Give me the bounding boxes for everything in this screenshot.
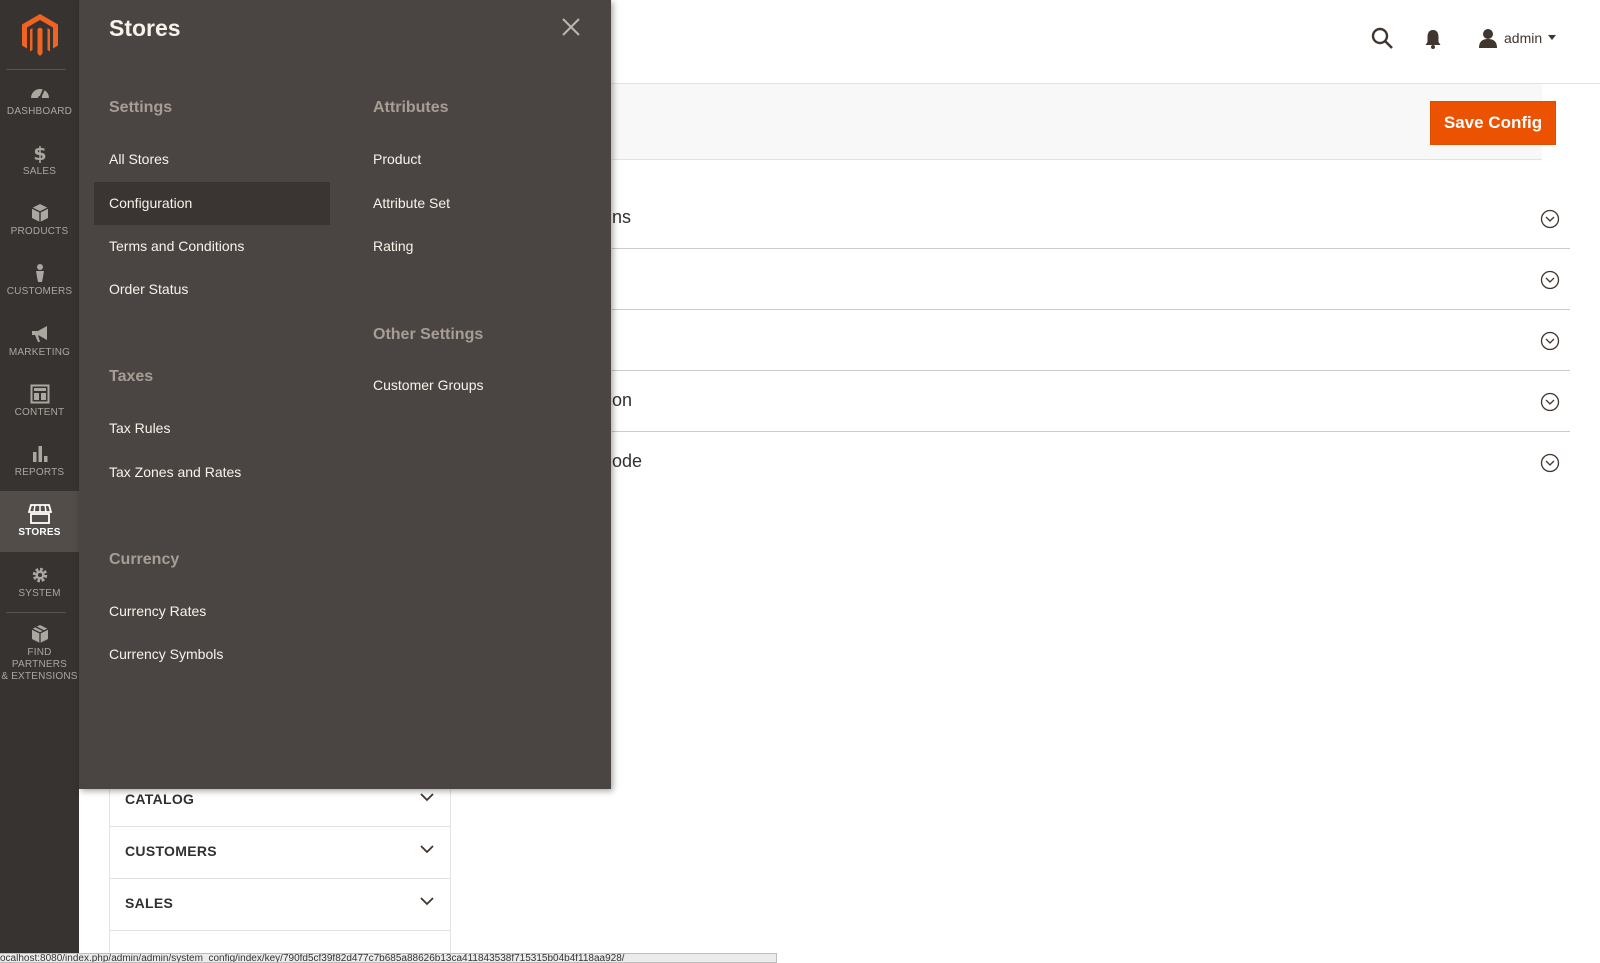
layout-icon: [30, 384, 49, 404]
menu-item-tax-rules[interactable]: Tax Rules: [109, 420, 170, 436]
nav-label: SALES: [22, 166, 57, 177]
stores-flyout-menu: Stores Settings All Stores Configuration…: [79, 0, 611, 789]
flyout-title: Stores: [109, 15, 181, 41]
tab-label: CUSTOMERS: [125, 843, 217, 859]
box-icon: [31, 624, 48, 643]
menu-item-attribute-set[interactable]: Attribute Set: [373, 195, 450, 211]
nav-label: CUSTOMERS: [6, 286, 73, 297]
config-section[interactable]: [612, 310, 1570, 371]
menu-item-rating[interactable]: Rating: [373, 238, 413, 254]
nav-system[interactable]: SYSTEM: [0, 552, 79, 613]
bar-chart-icon: [32, 446, 47, 462]
expand-circle-icon[interactable]: [1540, 331, 1560, 351]
menu-item-customer-groups[interactable]: Customer Groups: [373, 377, 483, 393]
page-actions-bar: [612, 84, 1542, 160]
chevron-down-icon: [420, 897, 434, 906]
expand-circle-icon[interactable]: [1540, 453, 1560, 473]
section-title: on: [612, 390, 633, 410]
nav-products[interactable]: PRODUCTS: [0, 190, 79, 251]
svg-text:$: $: [33, 143, 46, 163]
expand-circle-icon[interactable]: [1540, 270, 1560, 290]
nav-label: MARKETING: [8, 347, 71, 358]
tab-label: SALES: [125, 895, 174, 911]
close-icon[interactable]: [561, 17, 581, 42]
config-tab-sales[interactable]: SALES: [109, 879, 451, 931]
menu-item-tax-zones-and-rates[interactable]: Tax Zones and Rates: [109, 464, 241, 480]
tab-label: CATALOG: [125, 791, 195, 807]
page-header: [612, 0, 1600, 84]
nav-label: CONTENT: [14, 407, 65, 418]
flyout-heading-attributes: Attributes: [373, 99, 449, 116]
megaphone-icon: [31, 326, 47, 342]
nav-stores[interactable]: STORES: [0, 491, 79, 552]
nav-label: PRODUCTS: [10, 226, 69, 237]
magento-logo[interactable]: [0, 0, 79, 70]
section-title: ns: [612, 207, 632, 227]
flyout-heading-taxes: Taxes: [109, 368, 154, 385]
storefront-icon: [27, 504, 52, 524]
menu-item-currency-rates[interactable]: Currency Rates: [109, 603, 206, 619]
chevron-down-icon: [420, 845, 434, 854]
caret-down-icon: [1548, 35, 1557, 40]
menu-item-product[interactable]: Product: [373, 151, 421, 167]
nav-label: & EXTENSIONS: [1, 670, 78, 682]
chevron-down-icon: [420, 793, 434, 802]
admin-user-menu[interactable]: admin: [1478, 28, 1557, 48]
admin-menu: DASHBOARD $ SALES PRODUCTS CUSTOMERS MAR…: [0, 0, 79, 963]
nav-label: FIND PARTNERS: [11, 646, 68, 670]
cube-icon: [31, 204, 48, 222]
nav-customers[interactable]: CUSTOMERS: [0, 250, 79, 311]
admin-username: admin: [1504, 30, 1543, 46]
config-section[interactable]: ns: [612, 188, 1570, 249]
menu-item-all-stores[interactable]: All Stores: [109, 151, 169, 167]
nav-label: REPORTS: [14, 467, 65, 478]
nav-content[interactable]: CONTENT: [0, 371, 79, 432]
section-title: ode: [612, 451, 643, 471]
config-section[interactable]: [612, 249, 1570, 310]
config-section[interactable]: on: [612, 371, 1570, 432]
magento-logo-icon: [21, 14, 58, 56]
gear-icon: [32, 567, 47, 583]
expand-circle-icon[interactable]: [1540, 392, 1560, 412]
nav-dashboard[interactable]: DASHBOARD: [0, 70, 79, 131]
nav-marketing[interactable]: MARKETING: [0, 311, 79, 372]
dollar-icon: $: [33, 143, 46, 163]
expand-circle-icon[interactable]: [1540, 209, 1560, 229]
save-config-button[interactable]: Save Config: [1430, 101, 1556, 145]
nav-divider: [6, 612, 66, 613]
menu-item-order-status[interactable]: Order Status: [109, 281, 188, 297]
nav-label: SYSTEM: [18, 588, 61, 599]
flyout-heading-settings: Settings: [109, 99, 173, 116]
search-icon[interactable]: [1370, 26, 1394, 55]
nav-label: STORES: [18, 527, 61, 538]
browser-status-url: ocalhost:8080/index.php/admin/admin/syst…: [0, 953, 777, 963]
config-tab-customers[interactable]: CUSTOMERS: [109, 827, 451, 879]
menu-item-currency-symbols[interactable]: Currency Symbols: [109, 646, 223, 662]
flyout-heading-other-settings: Other Settings: [373, 326, 484, 343]
nav-label: DASHBOARD: [6, 106, 73, 117]
user-icon: [1479, 29, 1497, 48]
nav-sales[interactable]: $ SALES: [0, 130, 79, 191]
flyout-heading-currency: Currency: [109, 551, 180, 568]
dashboard-icon: [30, 88, 49, 100]
menu-item-configuration[interactable]: Configuration: [109, 195, 192, 211]
nav-reports[interactable]: REPORTS: [0, 431, 79, 492]
person-icon: [35, 264, 44, 282]
menu-item-terms-and-conditions[interactable]: Terms and Conditions: [109, 238, 244, 254]
config-section[interactable]: ode: [612, 432, 1570, 493]
bell-icon[interactable]: [1424, 28, 1442, 55]
nav-find-partners[interactable]: FIND PARTNERS & EXTENSIONS: [0, 618, 79, 688]
